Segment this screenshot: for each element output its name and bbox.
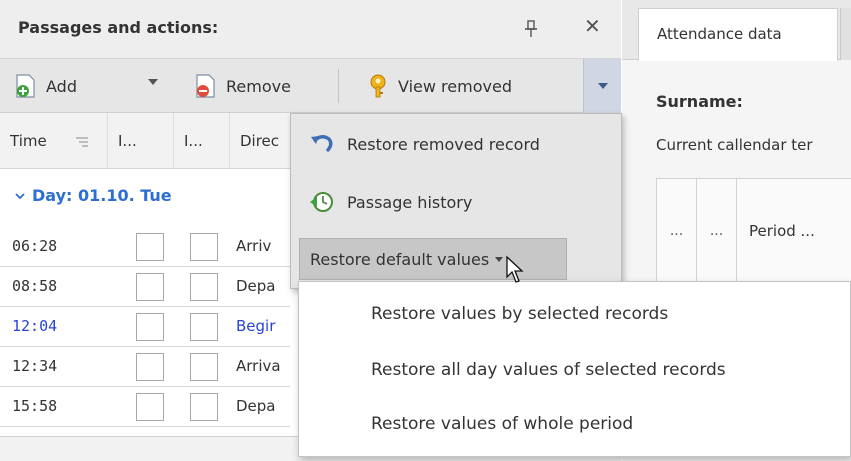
time-cell: 12:34 <box>12 357 58 375</box>
checkbox[interactable] <box>136 273 164 301</box>
pin-icon[interactable] <box>524 20 538 38</box>
tab-attendance-data[interactable]: Attendance data <box>638 8 838 61</box>
restore-submenu: Restore values by selected records Resto… <box>298 281 851 457</box>
sort-icon <box>76 137 88 147</box>
group-row[interactable]: Day: 01.10. Tue <box>0 169 290 227</box>
direction-cell: Arriva <box>236 357 281 375</box>
column-header: Time I... I... Direc <box>0 113 290 169</box>
chevron-down-icon <box>495 256 504 262</box>
table-row[interactable]: 12:34 Arriva <box>0 347 290 387</box>
grid-column[interactable]: ... <box>657 179 697 283</box>
checkbox[interactable] <box>136 353 164 381</box>
chevron-down-icon <box>598 83 608 89</box>
remove-label: Remove <box>226 76 291 96</box>
submenu-item-all-day-values[interactable]: Restore all day values of selected recor… <box>371 360 726 380</box>
direction-cell: Depa <box>236 277 276 295</box>
grid-column[interactable]: ... <box>697 179 737 283</box>
table-row[interactable]: 15:58 Depa <box>0 387 290 427</box>
submenu-item-whole-period[interactable]: Restore values of whole period <box>371 414 633 434</box>
time-cell: 06:28 <box>12 237 58 255</box>
clock-history-icon <box>310 192 333 212</box>
mouse-cursor-icon <box>506 255 524 283</box>
undo-arrow-icon <box>311 135 333 152</box>
time-cell: 15:58 <box>12 397 58 415</box>
submenu-item-by-selected-records[interactable]: Restore values by selected records <box>371 304 668 324</box>
menu-item-passage-history[interactable]: Passage history <box>299 176 615 228</box>
pane-header: Passages and actions: ✕ <box>0 0 621 58</box>
tab-edge <box>840 8 851 60</box>
grid-column-period[interactable]: Period ... <box>737 179 851 283</box>
column-direction[interactable]: Direc <box>230 113 290 169</box>
menu-item-restore-removed-record[interactable]: Restore removed record <box>299 118 615 170</box>
table-row[interactable]: 06:28 Arriv <box>0 227 290 267</box>
menu-item-restore-default-values[interactable]: Restore default values <box>299 238 567 280</box>
remove-document-icon <box>196 74 215 98</box>
pane-title: Passages and actions: <box>18 18 219 37</box>
checkbox[interactable] <box>190 273 218 301</box>
view-removed-label: View removed <box>398 76 512 96</box>
attendance-grid-header: ... ... Period ... <box>656 178 851 283</box>
checkbox[interactable] <box>190 233 218 261</box>
table-row[interactable]: 08:58 Depa <box>0 267 290 307</box>
direction-cell: Arriv <box>236 237 272 255</box>
direction-cell: Begir <box>236 317 276 335</box>
calendar-label: Current callendar ter <box>656 136 813 154</box>
checkbox[interactable] <box>190 393 218 421</box>
column-i2[interactable]: I... <box>174 113 230 169</box>
checkbox[interactable] <box>136 233 164 261</box>
column-i1[interactable]: I... <box>108 113 174 169</box>
checkbox[interactable] <box>190 313 218 341</box>
column-time[interactable]: Time <box>0 113 108 169</box>
add-document-icon <box>16 74 35 98</box>
toolbar: Add Remove View removed <box>0 58 621 113</box>
time-cell: 08:58 <box>12 277 58 295</box>
checkbox[interactable] <box>136 313 164 341</box>
remove-button[interactable]: Remove <box>194 59 291 113</box>
view-removed-button[interactable]: View removed <box>366 59 512 113</box>
close-icon[interactable]: ✕ <box>584 16 601 36</box>
table-row[interactable]: 12:04 Begir <box>0 307 290 347</box>
tab-bar: Attendance data <box>622 0 851 61</box>
key-icon <box>370 74 386 98</box>
overflow-menu: Restore removed record Passage history R… <box>290 113 622 289</box>
toolbar-overflow-button[interactable] <box>583 59 621 113</box>
group-label: Day: 01.10. Tue <box>32 186 172 205</box>
time-cell: 12:04 <box>12 317 58 335</box>
chevron-down-icon[interactable] <box>148 79 158 85</box>
add-button[interactable]: Add <box>14 59 77 113</box>
toolbar-separator <box>338 69 339 103</box>
chevron-down-icon[interactable] <box>15 191 25 201</box>
checkbox[interactable] <box>190 353 218 381</box>
surname-label: Surname: <box>656 92 743 111</box>
add-label: Add <box>46 76 77 96</box>
direction-cell: Depa <box>236 397 276 415</box>
checkbox[interactable] <box>136 393 164 421</box>
